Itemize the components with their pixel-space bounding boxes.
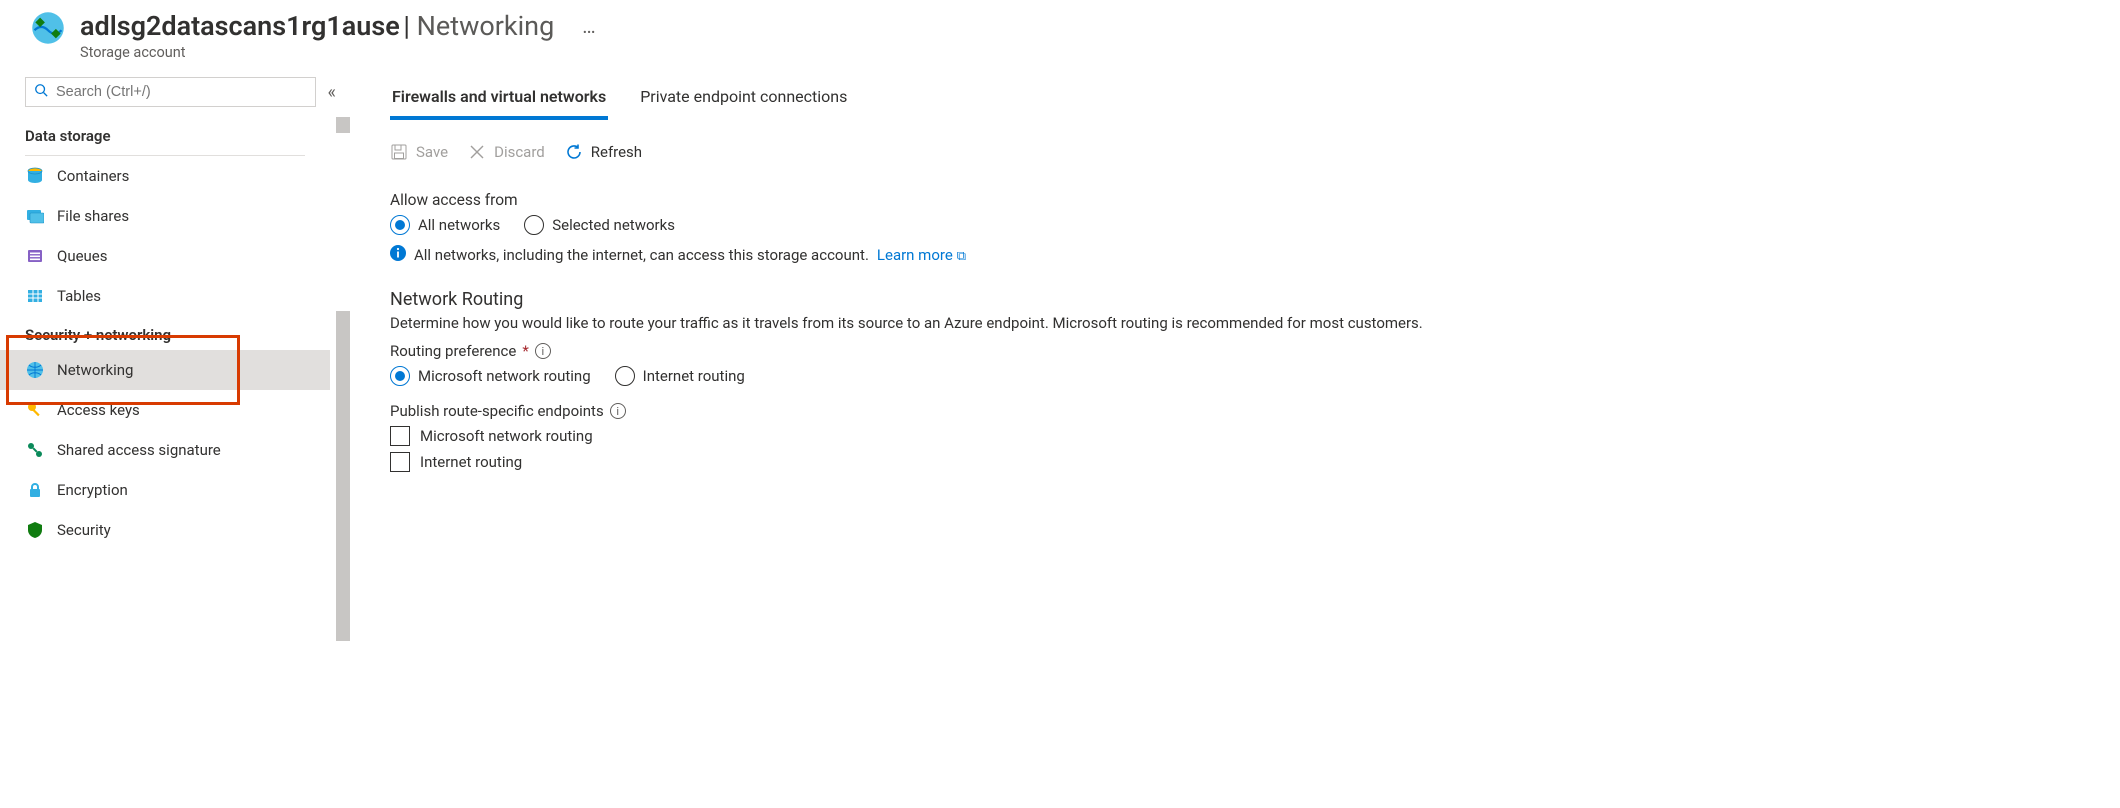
info-hint-icon[interactable]: i (535, 343, 551, 359)
resource-type-label: Storage account (80, 44, 598, 61)
sidebar-item-label: Networking (57, 361, 133, 379)
section-header-data-storage: Data storage (0, 117, 330, 151)
containers-icon (25, 166, 45, 186)
refresh-button[interactable]: Refresh (565, 143, 642, 161)
radio-ms-routing[interactable]: Microsoft network routing (390, 366, 591, 386)
required-marker: * (522, 342, 528, 360)
toolbar: Save Discard Refresh (390, 143, 2080, 161)
sidebar-item-label: Shared access signature (57, 441, 221, 459)
resource-name: adlsg2datascans1rg1ause (80, 10, 400, 42)
radio-label: All networks (418, 216, 500, 234)
checkbox-publish-internet-routing[interactable]: Internet routing (390, 452, 2080, 472)
save-button[interactable]: Save (390, 143, 448, 161)
radio-dot-icon (390, 215, 410, 235)
refresh-label: Refresh (591, 143, 642, 161)
sidebar-item-networking[interactable]: Networking (0, 350, 330, 390)
radio-dot-icon (390, 366, 410, 386)
sidebar-item-encryption[interactable]: Encryption (0, 470, 330, 510)
external-link-icon: ⧉ (957, 249, 966, 264)
collapse-sidebar-button[interactable]: « (324, 82, 340, 103)
sidebar-item-access-keys[interactable]: Access keys (0, 390, 330, 430)
sidebar-item-label: Encryption (57, 481, 128, 499)
info-icon (390, 245, 406, 265)
allow-access-label: Allow access from (390, 191, 2080, 209)
network-routing-desc: Determine how you would like to route yo… (390, 314, 2080, 332)
sidebar: « Data storage Containers (0, 69, 350, 808)
shared-access-signature-icon (25, 440, 45, 460)
security-icon (25, 520, 45, 540)
section-header-security-networking: Security + networking (0, 316, 330, 350)
file-shares-icon (25, 206, 45, 226)
tables-icon (25, 286, 45, 306)
publish-endpoints-label: Publish route-specific endpoints (390, 402, 604, 420)
sidebar-item-label: Queues (57, 247, 108, 265)
sidebar-item-queues[interactable]: Queues (0, 236, 330, 276)
info-text: All networks, including the internet, ca… (414, 246, 869, 264)
radio-selected-networks[interactable]: Selected networks (524, 215, 675, 235)
sidebar-item-tables[interactable]: Tables (0, 276, 330, 316)
radio-label: Selected networks (552, 216, 675, 234)
tab-firewalls[interactable]: Firewalls and virtual networks (390, 79, 608, 120)
sidebar-item-label: Access keys (57, 401, 140, 419)
checkbox-box-icon (390, 452, 410, 472)
more-actions-button[interactable]: … (582, 14, 597, 38)
encryption-icon (25, 480, 45, 500)
radio-internet-routing[interactable]: Internet routing (615, 366, 745, 386)
blade-title: Networking (417, 10, 555, 42)
sidebar-item-label: Containers (57, 167, 129, 185)
blade-header: adlsg2datascans1rg1ause | Networking … S… (0, 0, 2120, 69)
sidebar-item-file-shares[interactable]: File shares (0, 196, 330, 236)
radio-all-networks[interactable]: All networks (390, 215, 500, 235)
radio-dot-icon (615, 366, 635, 386)
sidebar-search[interactable] (25, 77, 316, 107)
search-icon (34, 83, 48, 101)
tabs: Firewalls and virtual networks Private e… (390, 79, 2080, 121)
checkbox-box-icon (390, 426, 410, 446)
networking-icon (25, 360, 45, 380)
radio-label: Internet routing (643, 367, 745, 385)
sidebar-item-containers[interactable]: Containers (0, 156, 330, 196)
sidebar-item-security[interactable]: Security (0, 510, 330, 550)
save-label: Save (416, 143, 448, 161)
sidebar-item-label: Security (57, 521, 111, 539)
tab-private-endpoint[interactable]: Private endpoint connections (638, 79, 849, 120)
sidebar-item-label: Tables (57, 287, 101, 305)
save-icon (390, 143, 408, 161)
info-hint-icon[interactable]: i (610, 403, 626, 419)
refresh-icon (565, 143, 583, 161)
network-routing-heading: Network Routing (390, 289, 2080, 310)
learn-more-link[interactable]: Learn more⧉ (877, 246, 966, 264)
access-keys-icon (25, 400, 45, 420)
radio-label: Microsoft network routing (418, 367, 591, 385)
checkbox-label: Internet routing (420, 453, 522, 471)
sidebar-item-sas[interactable]: Shared access signature (0, 430, 330, 470)
sidebar-item-label: File shares (57, 207, 129, 225)
checkbox-publish-ms-routing[interactable]: Microsoft network routing (390, 426, 2080, 446)
sidebar-scrollbar[interactable] (336, 117, 350, 808)
radio-dot-icon (524, 215, 544, 235)
main-content: Firewalls and virtual networks Private e… (350, 69, 2120, 808)
checkbox-label: Microsoft network routing (420, 427, 593, 445)
routing-preference-label: Routing preference (390, 342, 516, 360)
queues-icon (25, 246, 45, 266)
discard-label: Discard (494, 143, 545, 161)
discard-button[interactable]: Discard (468, 143, 545, 161)
search-input[interactable] (54, 83, 307, 101)
discard-icon (468, 143, 486, 161)
storage-account-icon (30, 10, 66, 50)
